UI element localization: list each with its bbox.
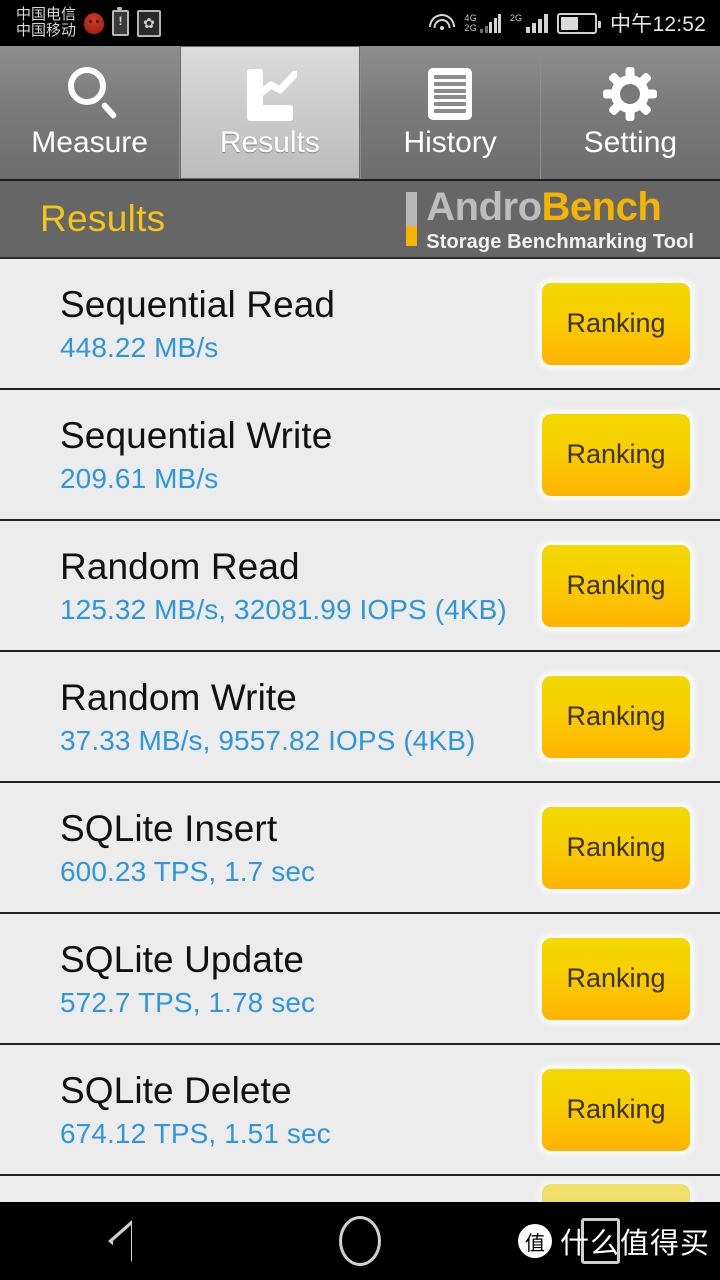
- status-bar: 中国电信 中国移动 ✿ 4G 2G 2G: [0, 0, 720, 46]
- ranking-button[interactable]: Ranking: [542, 544, 690, 627]
- result-value: 572.7 TPS, 1.78 sec: [60, 986, 316, 1018]
- ranking-button[interactable]: Ranking: [542, 806, 690, 889]
- battery-icon: [557, 12, 602, 34]
- document-icon: [428, 65, 473, 123]
- gear-glyph: [603, 67, 658, 121]
- result-title: Random Write: [60, 676, 297, 718]
- logo-bar-icon: [406, 192, 418, 246]
- nav-back-button[interactable]: [0, 1220, 240, 1274]
- table-row[interactable]: SQLite Delete 674.12 TPS, 1.51 sec Ranki…: [0, 1045, 720, 1176]
- ranking-button[interactable]: Ranking: [542, 675, 690, 758]
- tab-results-label: Results: [219, 126, 320, 159]
- network-type-sim2: 2G: [510, 13, 523, 23]
- gear-icon: [603, 65, 658, 123]
- result-title: SQLite Delete: [60, 1069, 292, 1111]
- carrier-secondary: 中国移动: [16, 22, 77, 39]
- sim-card-icon: ✿: [137, 9, 162, 37]
- status-bar-right: 4G 2G 2G 中午12:52: [429, 8, 706, 38]
- chart-line-glyph: [258, 71, 297, 97]
- battery-alert-icon: [112, 7, 130, 36]
- ranking-button[interactable]: Ranking: [542, 1068, 690, 1151]
- table-row[interactable]: SQLite Insert 600.23 TPS, 1.7 sec Rankin…: [0, 783, 720, 914]
- result-value: 125.32 MB/s, 32081.99 IOPS (4KB): [60, 593, 507, 625]
- watermark-badge: 值: [517, 1224, 552, 1258]
- table-row[interactable]: SQLite Update 572.7 TPS, 1.78 sec Rankin…: [0, 914, 720, 1045]
- home-icon: [339, 1216, 381, 1266]
- carrier-primary: 中国电信: [16, 5, 77, 23]
- carrier-names: 中国电信 中国移动: [16, 5, 77, 39]
- status-bar-left: 中国电信 中国移动 ✿: [16, 5, 162, 39]
- result-title: Random Read: [60, 545, 300, 587]
- tab-results[interactable]: Results: [180, 46, 361, 179]
- result-title: SQLite Update: [60, 938, 305, 980]
- tab-bar: Measure Results History Setting: [0, 46, 720, 181]
- tab-history[interactable]: History: [361, 46, 541, 179]
- signal-2g-icon: 2G: [510, 13, 549, 33]
- tab-setting[interactable]: Setting: [541, 46, 720, 179]
- result-value: 37.33 MB/s, 9557.82 IOPS (4KB): [60, 724, 476, 756]
- logo-secondary: Bench: [541, 184, 662, 229]
- result-value: 600.23 TPS, 1.7 sec: [60, 855, 316, 887]
- page-header: Results AndroBench Storage Benchmarking …: [0, 181, 720, 259]
- tab-measure[interactable]: Measure: [0, 46, 181, 179]
- tab-setting-label: Setting: [583, 126, 678, 159]
- chart-icon: [243, 65, 297, 123]
- angry-face-icon: [84, 12, 105, 34]
- ranking-button[interactable]: Ranking: [542, 413, 690, 496]
- result-title: Sequential Write: [60, 414, 333, 456]
- wifi-icon: [429, 12, 456, 34]
- logo-tagline: Storage Benchmarking Tool: [426, 230, 694, 253]
- ranking-button[interactable]: Ranking: [542, 937, 690, 1020]
- signal-4g-icon: 4G 2G: [464, 13, 502, 33]
- tab-measure-label: Measure: [31, 126, 148, 159]
- logo-primary: Andro: [426, 184, 542, 229]
- table-row[interactable]: Sequential Read 448.22 MB/s Ranking: [0, 259, 720, 390]
- result-value: 448.22 MB/s: [60, 331, 219, 363]
- results-list: Sequential Read 448.22 MB/s Ranking Sequ…: [0, 259, 720, 1222]
- page-title: Results: [40, 198, 166, 239]
- phone-screen: 中国电信 中国移动 ✿ 4G 2G 2G: [0, 0, 720, 1280]
- table-row[interactable]: Random Read 125.32 MB/s, 32081.99 IOPS (…: [0, 521, 720, 652]
- watermark-text: 什么值得买: [559, 1228, 710, 1260]
- table-row[interactable]: Random Write 37.33 MB/s, 9557.82 IOPS (4…: [0, 652, 720, 783]
- ranking-button[interactable]: Ranking: [542, 282, 690, 365]
- table-row[interactable]: Sequential Write 209.61 MB/s Ranking: [0, 390, 720, 521]
- watermark: 值 什么值得买: [517, 1220, 710, 1262]
- tab-history-label: History: [403, 126, 497, 159]
- nav-home-button[interactable]: [240, 1216, 480, 1266]
- back-icon: [108, 1220, 132, 1274]
- androbench-logo: AndroBench Storage Benchmarking Tool: [406, 187, 694, 252]
- android-navigation-bar: 值 什么值得买: [0, 1202, 720, 1280]
- search-icon: [64, 65, 118, 123]
- result-title: SQLite Insert: [60, 807, 278, 849]
- status-bar-clock: 中午12:52: [610, 13, 706, 36]
- result-title: Sequential Read: [60, 283, 336, 325]
- result-value: 209.61 MB/s: [60, 462, 219, 494]
- network-type-top: 4G: [464, 13, 478, 23]
- network-type-bottom: 2G: [464, 23, 478, 33]
- result-value: 674.12 TPS, 1.51 sec: [60, 1117, 331, 1149]
